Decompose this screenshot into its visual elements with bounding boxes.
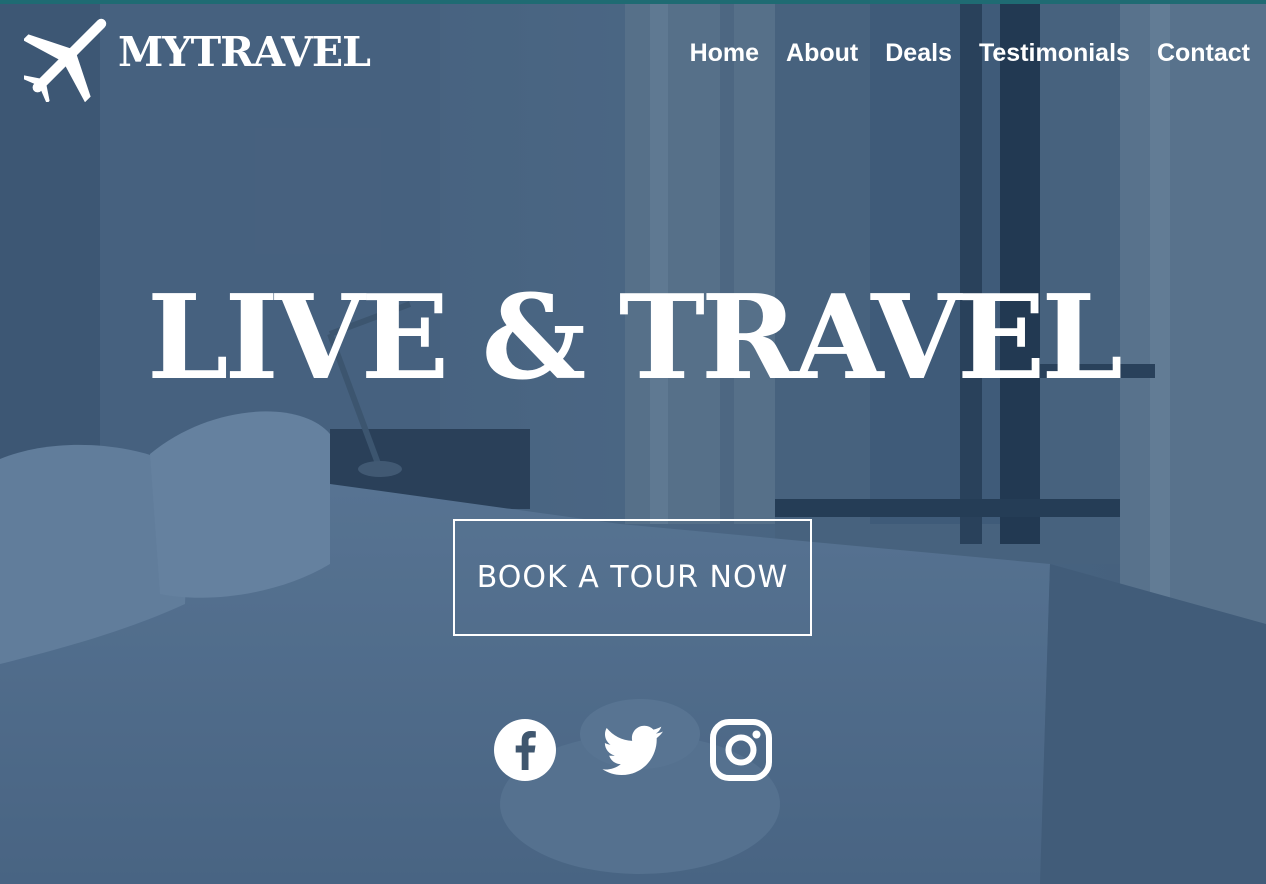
- instagram-icon: [710, 719, 772, 781]
- nav-testimonials[interactable]: Testimonials: [979, 38, 1130, 68]
- social-links: [0, 718, 1266, 782]
- page: MYTRAVEL Home About Deals Testimonials C…: [0, 0, 1266, 884]
- nav-about[interactable]: About: [786, 38, 858, 68]
- book-tour-button[interactable]: BOOK A TOUR NOW: [453, 519, 812, 636]
- facebook-icon: [494, 719, 556, 781]
- nav-contact[interactable]: Contact: [1157, 38, 1250, 68]
- nav-deals[interactable]: Deals: [885, 38, 952, 68]
- brand-logo[interactable]: MYTRAVEL: [24, 12, 371, 102]
- hero-title: LIVE & TRAVEL: [146, 270, 1123, 406]
- facebook-link[interactable]: [493, 718, 557, 782]
- airplane-icon: [24, 18, 107, 102]
- twitter-link[interactable]: [601, 718, 665, 782]
- main-nav: Home About Deals Testimonials Contact: [690, 38, 1250, 68]
- instagram-link[interactable]: [709, 718, 773, 782]
- top-strip: [0, 0, 1266, 4]
- nav-home[interactable]: Home: [690, 38, 759, 68]
- twitter-icon: [602, 725, 663, 775]
- brand-name: MYTRAVEL: [118, 28, 371, 76]
